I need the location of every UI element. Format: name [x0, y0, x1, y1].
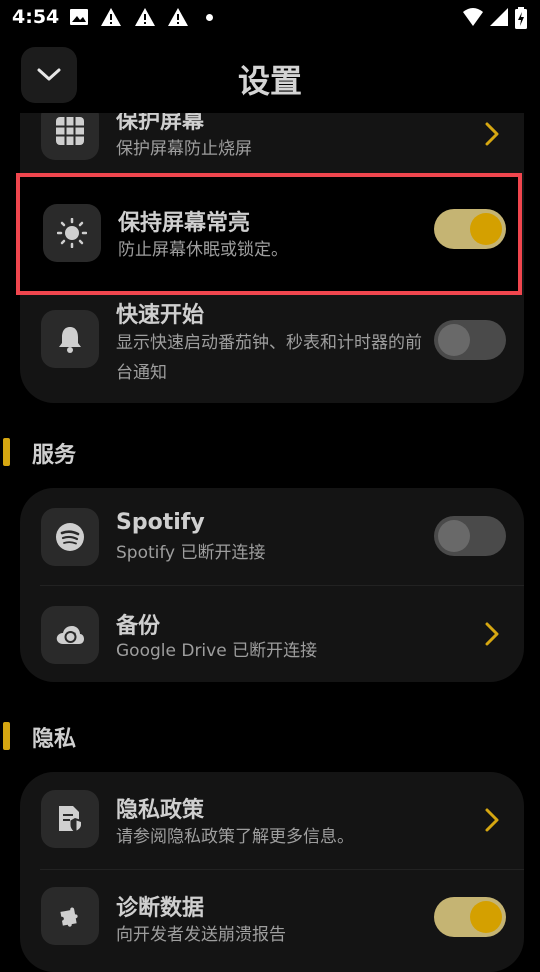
quick-start-icon-tile: [41, 310, 99, 368]
cloud-sync-icon: [56, 626, 84, 644]
quick-start-title: 快速开始: [116, 303, 205, 328]
keep-screen-on-title: 保持屏幕常亮: [118, 211, 251, 236]
chevron-right-icon: [485, 122, 499, 146]
diagnostics-toggle[interactable]: [434, 897, 506, 937]
spotify-icon-tile: [41, 508, 99, 566]
privacy-policy-title: 隐私政策: [116, 798, 205, 823]
status-time: 4:54: [12, 6, 60, 28]
spotify-row[interactable]: Spotify Spotify 已断开连接: [20, 488, 524, 586]
toggle-knob: [438, 520, 470, 552]
toggle-knob: [470, 901, 502, 933]
warning-icon: [134, 7, 156, 27]
backup-row[interactable]: 备份 Google Drive 已断开连接: [20, 586, 524, 682]
privacy-policy-subtitle: 请参阅隐私政策了解更多信息。: [116, 827, 354, 847]
grid-icon: [56, 117, 84, 145]
diagnostics-title: 诊断数据: [116, 896, 205, 921]
keep-screen-on-toggle[interactable]: [434, 209, 506, 249]
privacy-section-header: 隐私: [32, 727, 77, 752]
privacy-policy-icon-tile: [41, 790, 99, 848]
screen-saver-subtitle: 保护屏幕防止烧屏: [116, 139, 252, 159]
diagnostics-icon-tile: [41, 887, 99, 945]
page-title: 设置: [237, 62, 302, 100]
privacy-card: 隐私政策 请参阅隐私政策了解更多信息。 诊断数据 向开发者发送崩溃报告: [20, 772, 524, 972]
screen-saver-title: 保护屏幕: [116, 113, 205, 134]
diagnostics-subtitle: 向开发者发送崩溃报告: [116, 925, 286, 945]
chevron-right-icon: [485, 808, 499, 832]
sun-icon: [57, 218, 87, 248]
status-bar: 4:54: [0, 0, 540, 36]
diagnostics-row[interactable]: 诊断数据 向开发者发送崩溃报告: [20, 870, 524, 968]
backup-subtitle: Google Drive 已断开连接: [116, 641, 318, 661]
signal-icon: [488, 7, 510, 27]
spotify-icon: [56, 523, 84, 551]
privacy-policy-row[interactable]: 隐私政策 请参阅隐私政策了解更多信息。: [20, 772, 524, 870]
screen-saver-icon-tile: [41, 113, 99, 160]
chevron-right-icon: [485, 622, 499, 646]
quick-start-subtitle: 显示快速启动番茄钟、秒表和计时器的前台通知: [116, 333, 422, 383]
keep-screen-on-highlight: 保持屏幕常亮 防止屏幕休眠或锁定。: [16, 173, 522, 295]
toggle-knob: [470, 213, 502, 245]
quick-start-row[interactable]: 快速开始 显示快速启动番茄钟、秒表和计时器的前台通知: [20, 293, 524, 403]
backup-icon-tile: [41, 606, 99, 664]
keep-screen-on-row[interactable]: 保持屏幕常亮 防止屏幕休眠或锁定。: [22, 179, 516, 289]
dot-icon: [206, 14, 213, 21]
battery-charging-icon: [514, 7, 528, 29]
services-section-marker: [3, 438, 10, 466]
wifi-icon: [462, 7, 484, 27]
spotify-title: Spotify: [116, 510, 205, 535]
keep-screen-on-subtitle: 防止屏幕休眠或锁定。: [118, 240, 288, 260]
spotify-toggle[interactable]: [434, 516, 506, 556]
warning-icon: [100, 7, 122, 27]
quick-start-toggle[interactable]: [434, 320, 506, 360]
keep-screen-on-icon-tile: [43, 204, 101, 262]
toggle-knob: [438, 324, 470, 356]
document-shield-icon: [59, 806, 83, 833]
services-section-header: 服务: [32, 443, 77, 468]
privacy-section-marker: [3, 722, 10, 750]
puzzle-icon: [60, 907, 78, 927]
services-card: Spotify Spotify 已断开连接 备份 Google Drive 已断…: [20, 488, 524, 682]
bell-icon: [59, 327, 81, 353]
spotify-subtitle: Spotify 已断开连接: [116, 543, 266, 563]
warning-icon: [167, 7, 189, 27]
image-icon: [68, 7, 90, 27]
